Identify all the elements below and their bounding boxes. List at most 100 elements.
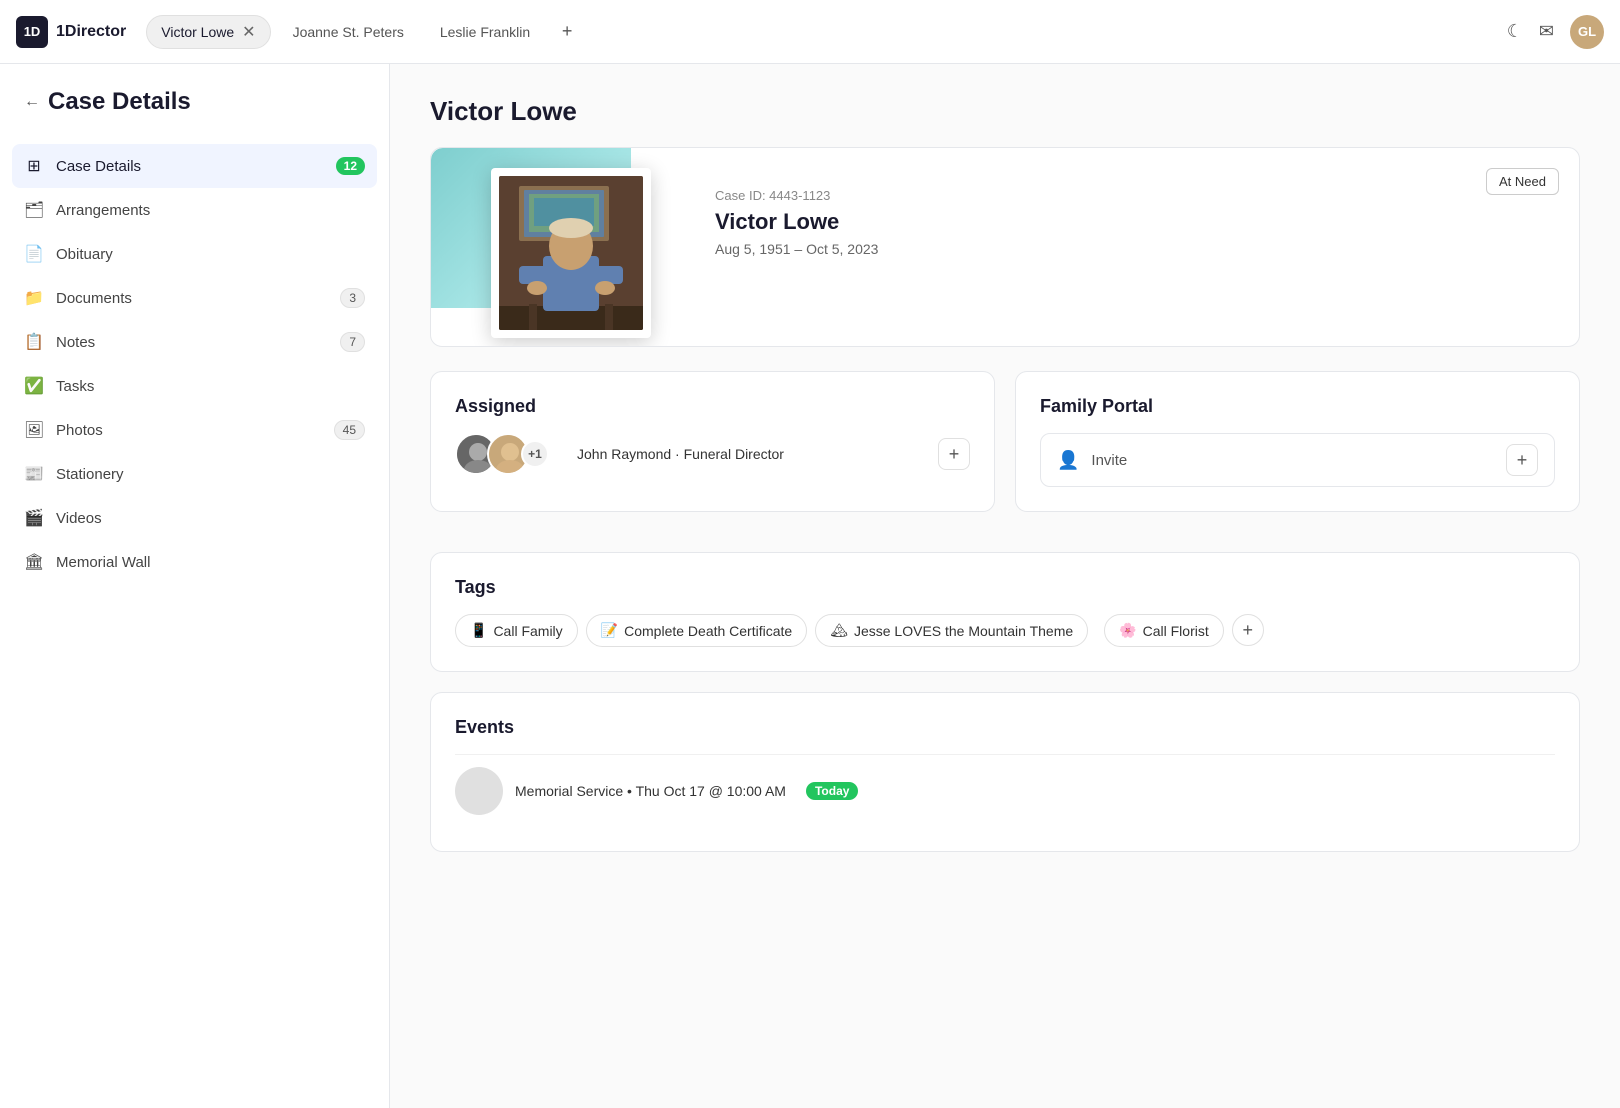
sidebar-nav: ⊞ Case Details 12 🗂 Arrangements 📄 Obitu… [0,144,389,584]
tag-call-family[interactable]: 📱 Call Family [455,614,578,647]
tab-leslie-label: Leslie Franklin [440,24,530,40]
tasks-icon: ✅ [24,376,44,396]
obituary-icon: 📄 [24,244,44,264]
photos-badge: 45 [334,420,365,440]
main-content: Victor Lowe [390,64,1620,1108]
tab-close-icon[interactable]: ✕ [242,22,255,42]
case-info: Case ID: 4443-1123 Victor Lowe Aug 5, 19… [715,172,1555,257]
sidebar-item-videos[interactable]: 🎬 Videos [0,496,389,540]
sidebar-back-button[interactable]: ← Case Details [0,88,389,136]
assigned-row: +1 John Raymond · Funeral Director + [455,433,970,475]
assigned-person-name: John Raymond · Funeral Director [577,446,784,462]
sidebar-item-label-obituary: Obituary [56,246,113,263]
case-details-badge: 12 [336,157,365,175]
tag-complete-death-certificate[interactable]: 📝 Complete Death Certificate [586,614,808,647]
tag-mountain-label: Jesse LOVES the Mountain Theme [854,623,1073,639]
tag-death-cert-emoji: 📝 [601,622,618,639]
sidebar-item-label-memorial-wall: Memorial Wall [56,554,150,571]
invite-label: Invite [1091,452,1494,469]
memorial-wall-icon: 🏛 [24,552,44,572]
back-arrow-icon: ← [24,93,40,111]
documents-badge: 3 [340,288,365,308]
sidebar-item-label-stationery: Stationery [56,466,124,483]
sidebar-item-memorial-wall[interactable]: 🏛 Memorial Wall [0,540,389,584]
stationery-icon: 📰 [24,464,44,484]
app-name: 1Director [56,23,126,41]
case-dates: Aug 5, 1951 – Oct 5, 2023 [715,241,1555,257]
tag-florist-emoji: 🌸 [1119,622,1136,639]
app-logo: 1D [16,16,48,48]
tag-mountain-emoji: 🏔 [830,622,848,639]
sidebar-item-label-case-details: Case Details [56,158,141,175]
mail-icon[interactable]: ✉ [1539,21,1554,42]
tags-section: Tags 📱 Call Family 📝 Complete Death Cert… [430,552,1580,672]
page-title: Victor Lowe [430,96,1580,127]
sidebar-item-arrangements[interactable]: 🗂 Arrangements [0,188,389,232]
tab-joanne-st-peters[interactable]: Joanne St. Peters [279,18,418,46]
main-layout: ← Case Details ⊞ Case Details 12 🗂 Arran… [0,64,1620,1108]
tab-leslie-franklin[interactable]: Leslie Franklin [426,18,544,46]
assigned-section: Assigned [430,371,995,512]
photos-icon: 🖼 [24,420,44,440]
sidebar-item-label-tasks: Tasks [56,378,94,395]
event-memorial-service[interactable]: Memorial Service • Thu Oct 17 @ 10:00 AM… [455,754,1555,827]
assigned-plus-count: +1 [521,440,549,468]
sidebar-item-label-arrangements: Arrangements [56,202,150,219]
assigned-portal-row: Assigned [430,371,1580,532]
tag-call-florist[interactable]: 🌸 Call Florist [1104,614,1224,647]
tab-joanne-label: Joanne St. Peters [293,24,404,40]
tag-death-cert-label: Complete Death Certificate [624,623,792,639]
sidebar-item-label-videos: Videos [56,510,102,527]
add-portal-button[interactable]: + [1506,444,1538,476]
sidebar: ← Case Details ⊞ Case Details 12 🗂 Arran… [0,64,390,1108]
family-portal-section: Family Portal 👤 Invite + [1015,371,1580,512]
sidebar-item-stationery[interactable]: 📰 Stationery [0,452,389,496]
dark-mode-icon[interactable]: ☾ [1507,21,1523,42]
notes-icon: 📋 [24,332,44,352]
add-tab-button[interactable]: + [552,17,582,47]
invite-row: 👤 Invite + [1040,433,1555,487]
sidebar-item-notes[interactable]: 📋 Notes 7 [0,320,389,364]
assigned-title: Assigned [455,396,970,417]
at-need-badge: At Need [1486,168,1559,195]
sidebar-item-documents[interactable]: 📁 Documents 3 [0,276,389,320]
sidebar-item-label-documents: Documents [56,290,132,307]
deceased-photo-frame [491,168,651,338]
sidebar-item-label-notes: Notes [56,334,95,351]
tags-area: 📱 Call Family 📝 Complete Death Certifica… [455,614,1555,647]
deceased-photo [499,176,643,330]
topbar: 1D 1Director Victor Lowe ✕ Joanne St. Pe… [0,0,1620,64]
tags-title: Tags [455,577,1555,598]
sidebar-item-tasks[interactable]: ✅ Tasks [0,364,389,408]
user-avatar[interactable]: GL [1570,15,1604,49]
add-assigned-button[interactable]: + [938,438,970,470]
tag-call-family-label: Call Family [493,623,562,639]
case-name: Victor Lowe [715,209,1555,235]
sidebar-item-photos[interactable]: 🖼 Photos 45 [0,408,389,452]
sidebar-item-obituary[interactable]: 📄 Obituary [0,232,389,276]
case-id: Case ID: 4443-1123 [715,188,1555,203]
today-badge: Today [806,782,858,800]
case-details-icon: ⊞ [24,156,44,176]
arrangements-icon: 🗂 [24,200,44,220]
videos-icon: 🎬 [24,508,44,528]
notes-badge: 7 [340,332,365,352]
tab-active-label: Victor Lowe [161,24,234,40]
family-portal-title: Family Portal [1040,396,1555,417]
add-tag-button[interactable]: + [1232,614,1264,646]
events-section: Events Memorial Service • Thu Oct 17 @ 1… [430,692,1580,852]
assigned-avatars: +1 [455,433,549,475]
tag-call-family-emoji: 📱 [470,622,487,639]
events-title: Events [455,717,1555,738]
topbar-right: ☾ ✉ GL [1507,15,1604,49]
tag-jesse-loves-mountain[interactable]: 🏔 Jesse LOVES the Mountain Theme [815,614,1088,647]
tab-victor-lowe[interactable]: Victor Lowe ✕ [146,15,270,49]
case-card: Case ID: 4443-1123 Victor Lowe Aug 5, 19… [430,147,1580,347]
sidebar-item-case-details[interactable]: ⊞ Case Details 12 [12,144,377,188]
sidebar-title: Case Details [48,88,191,116]
tag-florist-label: Call Florist [1143,623,1209,639]
event-avatar [455,767,503,815]
event-memorial-text: Memorial Service • Thu Oct 17 @ 10:00 AM [515,783,786,799]
photo-svg [499,176,643,330]
invite-person-icon: 👤 [1057,450,1079,471]
